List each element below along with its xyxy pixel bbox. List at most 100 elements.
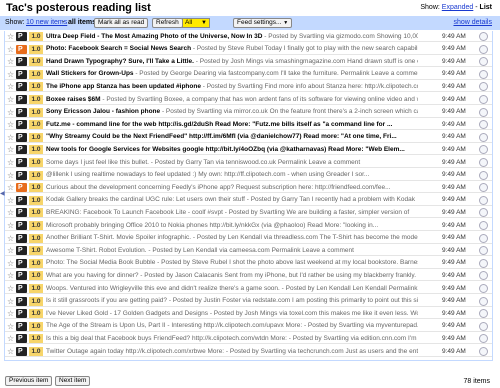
list-item[interactable]: ☆ P 1.0 Is it still grassroots if you are g… [5, 296, 492, 307]
list-item[interactable]: ☆ P 1.0 Sony Ericsson Jalou - fashion phone… [5, 106, 492, 118]
list-item[interactable]: ☆ P 1.0 @lillenk I using realtime nowadays … [5, 170, 492, 181]
star-icon[interactable]: ☆ [7, 120, 14, 129]
mark-read-toggle-icon[interactable] [479, 170, 488, 180]
star-icon[interactable]: ☆ [7, 57, 14, 66]
star-icon[interactable]: ☆ [7, 271, 14, 280]
list-item[interactable]: ☆ P 1.0 Photo: Facebook Search = Social New… [5, 44, 492, 55]
mark-read-toggle-icon[interactable] [479, 120, 488, 130]
star-icon[interactable]: ☆ [7, 183, 14, 192]
mark-read-toggle-icon[interactable] [479, 221, 488, 230]
list-item[interactable]: ☆ P 1.0 The iPhone app Stanza has been upda… [5, 81, 492, 93]
next-item-button[interactable]: Next item [55, 376, 91, 386]
item-text[interactable]: Another Brilliant T-Shirt. Movie Spoiler… [46, 234, 418, 242]
star-icon[interactable]: ☆ [7, 259, 14, 268]
list-item[interactable]: ☆ P 1.0 Boxee raises $6M - Posted by Svartl… [5, 94, 492, 105]
refresh-button[interactable]: Refresh [152, 18, 183, 28]
star-icon[interactable]: ☆ [7, 234, 14, 243]
mark-read-toggle-icon[interactable] [479, 95, 488, 104]
item-text[interactable]: Is it still grassroots if you are gettin… [46, 297, 418, 305]
list-item[interactable]: ☆ P 1.0 Awesome T-Shirt. Robot Evolution. -… [5, 245, 492, 257]
list-item[interactable]: ☆ P 1.0 Woops. Ventured into Wrigleyville t… [5, 283, 492, 294]
item-text[interactable]: Boxee raises $6M - Posted by Svartling B… [46, 96, 418, 104]
mark-read-toggle-icon[interactable] [479, 132, 488, 142]
star-icon[interactable]: ☆ [7, 196, 14, 205]
list-item[interactable]: ☆ P 1.0 The Age of the Stream is Upon Us, P… [5, 321, 492, 332]
list-item[interactable]: ☆ P 1.0 Twitter Outage again today http://k… [5, 346, 492, 357]
item-text[interactable]: "Why Streamy Could be the Next FriendFee… [46, 133, 418, 141]
star-icon[interactable]: ☆ [7, 145, 14, 154]
feed-settings-button[interactable]: Feed settings... ▼ [233, 18, 293, 28]
star-icon[interactable]: ☆ [7, 322, 14, 331]
list-item[interactable]: ☆ P 1.0 Curious about the development conce… [5, 182, 492, 194]
star-icon[interactable]: ☆ [7, 70, 14, 79]
item-text[interactable]: The Age of the Stream is Upon Us, Part I… [46, 322, 418, 330]
mark-read-toggle-icon[interactable] [479, 44, 488, 54]
mark-read-toggle-icon[interactable] [479, 296, 488, 306]
mark-read-toggle-icon[interactable] [479, 233, 488, 243]
item-text[interactable]: Kodak Gallery breaks the cardinal UGC ru… [46, 196, 418, 204]
item-text[interactable]: New tools for Google Services for Websit… [46, 146, 418, 154]
item-text[interactable]: Photo: The Social Media Book Bubble - Po… [46, 259, 418, 267]
item-text[interactable]: Photo: Facebook Search = Social News Sea… [46, 45, 418, 53]
mark-read-toggle-icon[interactable] [479, 107, 488, 117]
list-item[interactable]: ☆ P 1.0 "Why Streamy Could be the Next Frie… [5, 131, 492, 143]
star-icon[interactable]: ☆ [7, 32, 14, 41]
item-text[interactable]: @lillenk I using realtime nowadays to fe… [46, 171, 418, 179]
item-text[interactable]: Twitter Outage again today http://k.clip… [46, 348, 418, 356]
star-icon[interactable]: ☆ [7, 208, 14, 217]
mark-read-toggle-icon[interactable] [479, 309, 488, 319]
star-icon[interactable]: ☆ [7, 82, 14, 91]
star-icon[interactable]: ☆ [7, 334, 14, 343]
item-text[interactable]: Sony Ericsson Jalou - fashion phone - Po… [46, 108, 418, 116]
mark-all-read-button[interactable]: Mark all as read [94, 18, 149, 28]
previous-item-button[interactable]: Previous item [5, 376, 53, 386]
mark-read-toggle-icon[interactable] [479, 183, 488, 193]
mark-read-toggle-icon[interactable] [479, 321, 488, 331]
star-icon[interactable]: ☆ [7, 246, 14, 255]
mark-read-toggle-icon[interactable] [479, 82, 488, 92]
mark-read-toggle-icon[interactable] [479, 246, 488, 256]
item-text[interactable]: Wall Stickers for Grown-Ups - Posted by … [46, 70, 418, 78]
item-text[interactable]: What are you having for dinner? - Posted… [46, 272, 418, 280]
list-item[interactable]: ☆ P 1.0 Wall Stickers for Grown-Ups - Poste… [5, 69, 492, 80]
star-icon[interactable]: ☆ [7, 158, 14, 167]
star-icon[interactable]: ☆ [7, 309, 14, 318]
mark-read-toggle-icon[interactable] [479, 347, 488, 356]
view-expanded-link[interactable]: Expanded [442, 4, 474, 11]
item-text[interactable]: Microsoft probably bringing Office 2010 … [46, 222, 418, 230]
list-item[interactable]: ☆ P 1.0 New tools for Google Services for W… [5, 144, 492, 156]
list-item[interactable]: ☆ P 1.0 Futz.me - command line for the web … [5, 119, 492, 131]
list-item[interactable]: ☆ P 1.0 Photo: The Social Media Book Bubble… [5, 257, 492, 269]
show-details-link[interactable]: show details [453, 19, 492, 26]
list-item[interactable]: ☆ P 1.0 Some days I just feel like this bul… [5, 157, 492, 168]
list-item[interactable]: ☆ P 1.0 Microsoft probably bringing Office … [5, 220, 492, 231]
mark-read-toggle-icon[interactable] [479, 208, 488, 218]
star-icon[interactable]: ☆ [7, 108, 14, 117]
list-item[interactable]: ☆ P 1.0 I've Never Liked Gold - 17 Golden G… [5, 308, 492, 320]
list-item[interactable]: ☆ P 1.0 Is this a big deal that Facebook bu… [5, 333, 492, 345]
list-item[interactable]: ☆ P 1.0 BREAKING: Facebook To Launch Facebo… [5, 207, 492, 219]
item-text[interactable]: I've Never Liked Gold - 17 Golden Gadget… [46, 310, 418, 318]
star-icon[interactable]: ☆ [7, 347, 14, 356]
item-text[interactable]: Curious about the development concerning… [46, 184, 418, 192]
star-icon[interactable]: ☆ [7, 171, 14, 180]
star-icon[interactable]: ☆ [7, 45, 14, 54]
list-item[interactable]: ☆ P 1.0 Hand Drawn Typography? Sure, I'll T… [5, 56, 492, 68]
mark-read-toggle-icon[interactable] [479, 145, 488, 155]
mark-read-toggle-icon[interactable] [479, 334, 488, 344]
item-text[interactable]: The iPhone app Stanza has been updated #… [46, 83, 418, 91]
star-icon[interactable]: ☆ [7, 297, 14, 306]
star-icon[interactable]: ☆ [7, 133, 14, 142]
mark-read-toggle-icon[interactable] [479, 258, 488, 268]
list-item[interactable]: ☆ P 1.0 What are you having for dinner? - P… [5, 270, 492, 282]
filter-select[interactable]: All ▼ [182, 18, 210, 28]
mark-read-toggle-icon[interactable] [479, 284, 488, 293]
mark-read-toggle-icon[interactable] [479, 69, 488, 79]
mark-read-toggle-icon[interactable] [479, 195, 488, 205]
item-text[interactable]: Hand Drawn Typography? Sure, I'll Take a… [46, 58, 418, 66]
item-text[interactable]: Is this a big deal that Facebook buys Fr… [46, 335, 418, 343]
mark-read-toggle-icon[interactable] [479, 271, 488, 281]
mark-read-toggle-icon[interactable] [479, 57, 488, 67]
star-icon[interactable]: ☆ [7, 221, 14, 230]
list-item[interactable]: ☆ P 1.0 Another Brilliant T-Shirt. Movie Sp… [5, 232, 492, 244]
